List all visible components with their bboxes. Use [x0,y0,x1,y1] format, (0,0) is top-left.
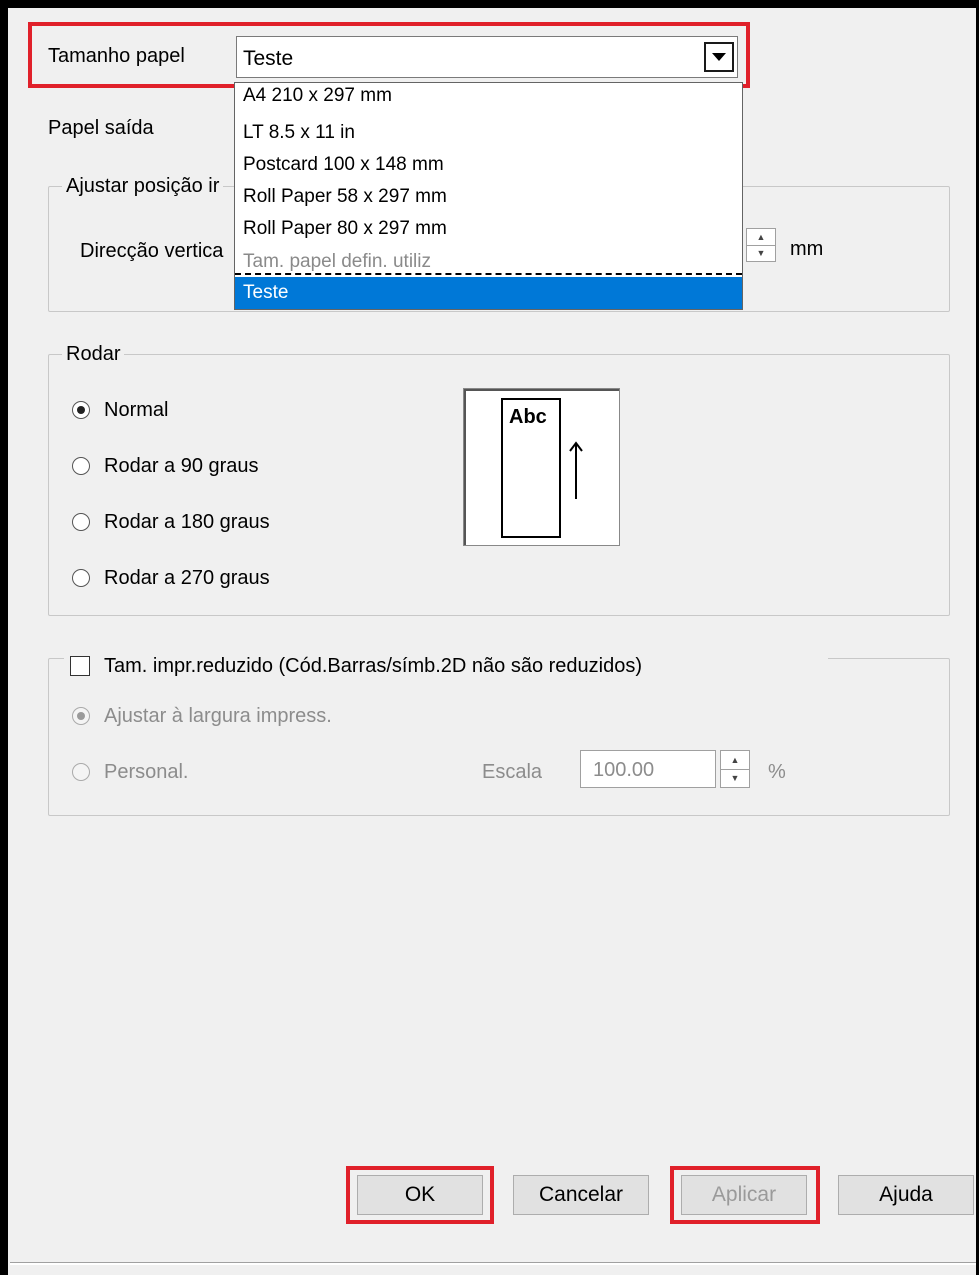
vertical-unit: mm [790,238,824,260]
vertical-direction-label: Direcção vertica [80,240,224,262]
radio-rotate-90[interactable] [72,457,90,475]
selected-option-label: Teste [243,282,289,303]
dropdown-option[interactable]: A4 210 x 297 mm [243,85,392,107]
scale-label: Escala [482,761,543,783]
adjust-position-title: Ajustar posição ir [62,175,224,198]
scale-value: 100.00 [593,759,655,781]
radio-custom-label[interactable]: Personal. [104,761,189,784]
spin-up-icon[interactable]: ▲ [747,229,775,246]
radio-rotate-270-label[interactable]: Rodar a 270 graus [104,567,270,590]
paper-preview-icon: Abc [501,398,561,538]
scale-input[interactable]: 100.00 [580,750,716,788]
apply-button[interactable]: Aplicar [681,1175,807,1215]
radio-normal-label[interactable]: Normal [104,399,168,422]
rotation-preview: Abc [463,388,620,546]
paper-output-label: Papel saída [48,117,154,139]
paper-size-combobox[interactable]: Teste [236,36,738,78]
paper-size-value: Teste [243,47,294,70]
preview-text: Abc [509,406,547,428]
dropdown-separator [235,273,742,275]
spin-down-icon[interactable]: ▼ [721,769,749,787]
paper-size-label: Tamanho papel [48,45,185,67]
reduced-size-checkbox[interactable] [70,656,90,676]
dialog-separator [10,1262,976,1265]
radio-rotate-90-label[interactable]: Rodar a 90 graus [104,455,259,478]
radio-rotate-180-label[interactable]: Rodar a 180 graus [104,511,270,534]
vertical-offset-spinner[interactable]: ▲ ▼ [746,228,776,262]
help-button[interactable]: Ajuda [838,1175,974,1215]
radio-rotate-180[interactable] [72,513,90,531]
radio-fit-width-label[interactable]: Ajustar à largura impress. [104,705,332,728]
reduced-size-group [48,658,950,816]
cancel-button[interactable]: Cancelar [513,1175,649,1215]
radio-custom[interactable] [72,763,90,781]
chevron-down-icon [712,53,726,61]
dropdown-option[interactable]: Roll Paper 80 x 297 mm [243,218,447,240]
paper-size-dropdown-list: A4 210 x 297 mm LT 8.5 x 11 in Postcard … [234,82,743,310]
dropdown-option-header: Tam. papel defin. utiliz [243,251,431,272]
window-border-left [0,0,8,1275]
dropdown-option[interactable]: Roll Paper 58 x 297 mm [243,186,447,208]
scale-spinner[interactable]: ▲ ▼ [720,750,750,788]
spin-up-icon[interactable]: ▲ [721,751,749,770]
spin-down-icon[interactable]: ▼ [747,245,775,261]
dropdown-toggle-button[interactable] [704,42,734,72]
ok-button[interactable]: OK [357,1175,483,1215]
arrow-up-icon [569,441,583,499]
radio-rotate-270[interactable] [72,569,90,587]
radio-normal[interactable] [72,401,90,419]
rotate-title: Rodar [62,343,125,366]
scale-unit: % [768,761,786,783]
window-border-top [0,0,979,8]
dropdown-option-selected[interactable]: Teste [235,277,742,309]
radio-fit-width[interactable] [72,707,90,725]
dropdown-option[interactable]: Postcard 100 x 148 mm [243,154,444,176]
dropdown-option[interactable]: LT 8.5 x 11 in [243,122,355,144]
reduced-size-label[interactable]: Tam. impr.reduzido (Cód.Barras/símb.2D n… [104,655,642,678]
